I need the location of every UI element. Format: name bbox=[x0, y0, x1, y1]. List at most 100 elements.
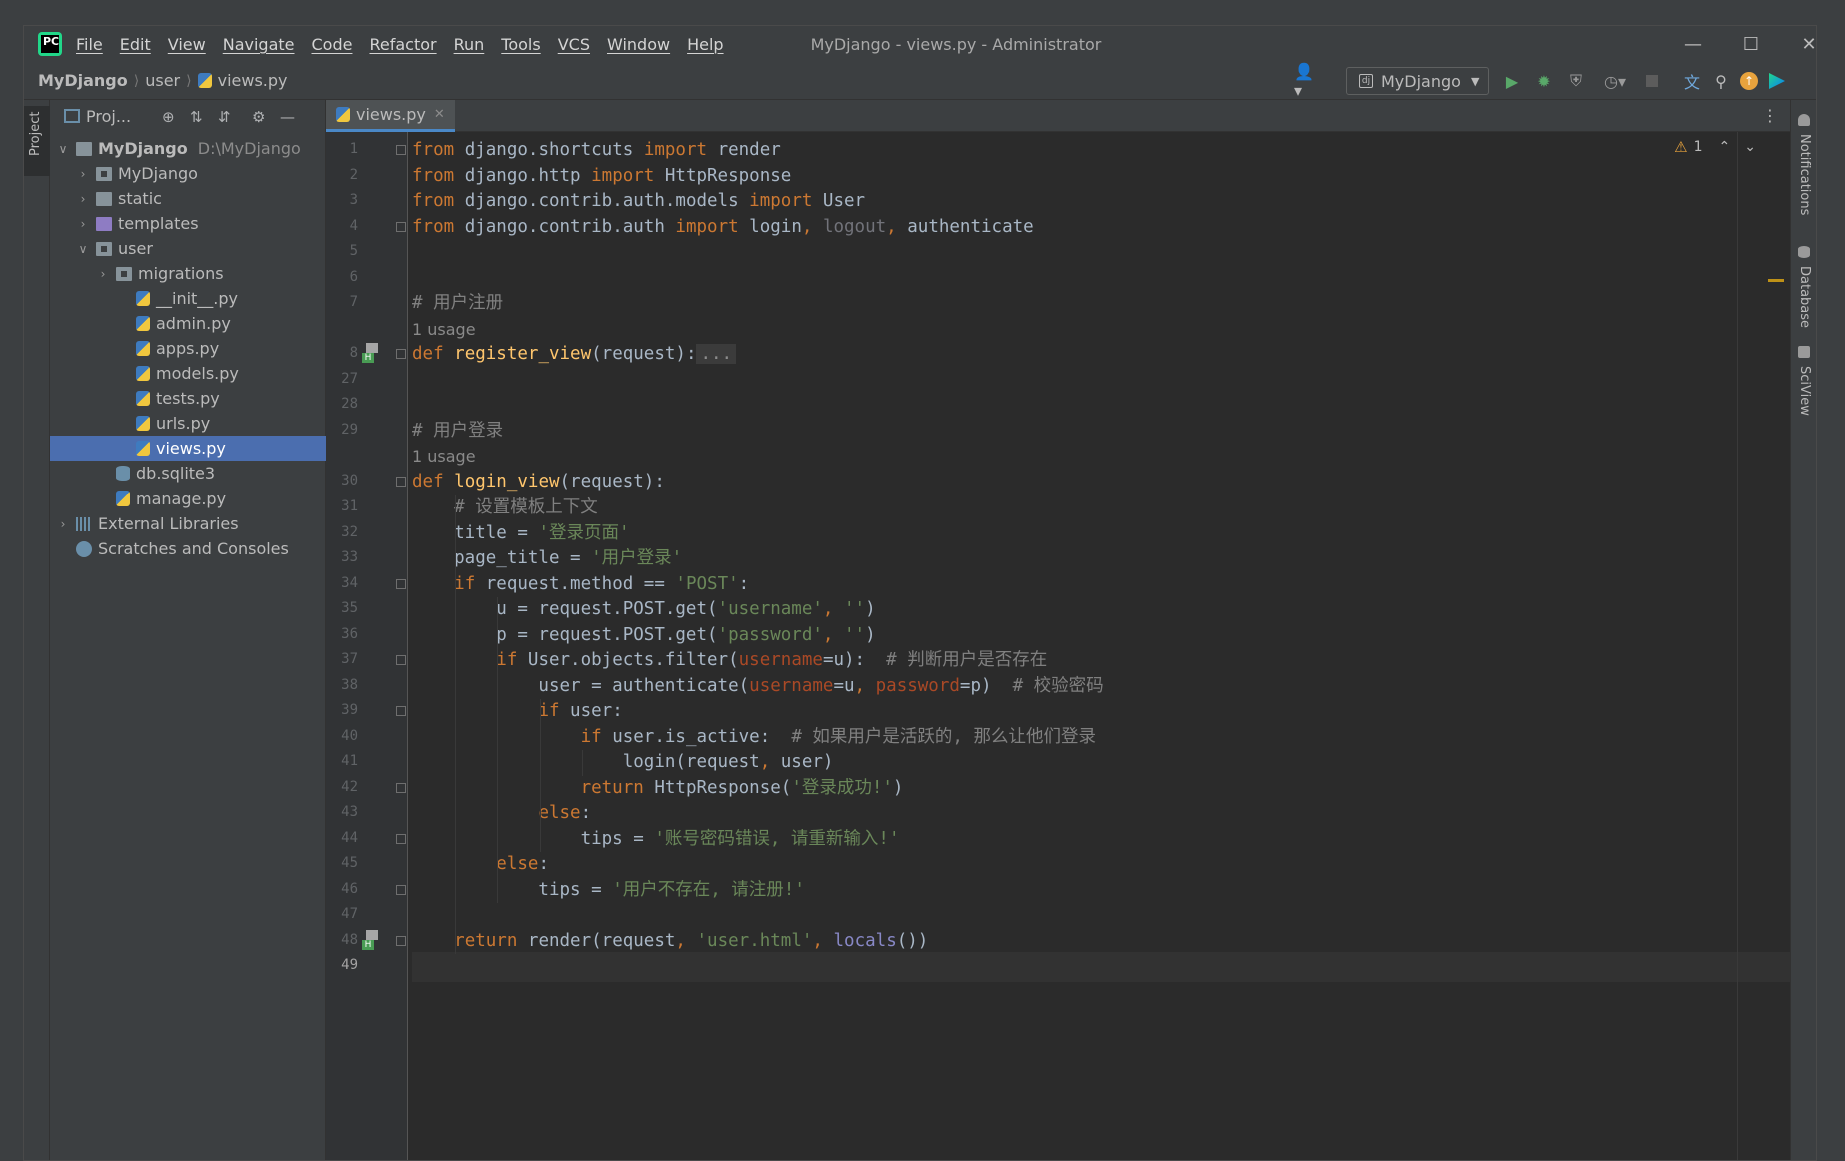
code-line[interactable]: title = '登录页面' bbox=[412, 521, 629, 546]
code-line[interactable]: return render(request, 'user.html', loca… bbox=[412, 929, 928, 954]
usage-hint[interactable]: 1 usage bbox=[412, 317, 476, 342]
close-tab-icon[interactable]: ✕ bbox=[434, 107, 445, 122]
menu-vcs[interactable]: VCS bbox=[558, 35, 590, 54]
code-line[interactable]: def register_view(request):... bbox=[412, 342, 737, 367]
pycharm-logo-icon[interactable]: PC bbox=[38, 32, 62, 56]
run-icon[interactable]: ▶ bbox=[1501, 70, 1523, 92]
breadcrumb-project[interactable]: MyDjango bbox=[38, 71, 128, 90]
code-line[interactable]: # 用户注册 bbox=[412, 291, 503, 316]
project-tool-tab[interactable]: Project bbox=[24, 106, 50, 176]
debug-icon[interactable]: ✹ bbox=[1533, 70, 1555, 92]
code-line[interactable]: # 设置模板上下文 bbox=[412, 495, 598, 520]
fold-marker-icon[interactable] bbox=[396, 935, 406, 946]
menu-window[interactable]: Window bbox=[607, 35, 670, 54]
menu-edit[interactable]: Edit bbox=[120, 35, 151, 54]
search-icon[interactable]: ⚲ bbox=[1710, 70, 1732, 92]
code-line[interactable]: return HttpResponse('登录成功!') bbox=[412, 776, 904, 801]
update-icon[interactable]: ↑ bbox=[1738, 70, 1760, 92]
code-line[interactable]: u = request.POST.get('username', '') bbox=[412, 597, 875, 622]
code-line[interactable]: # 用户登录 bbox=[412, 419, 503, 444]
code-line[interactable]: from django.shortcuts import render bbox=[412, 138, 781, 163]
gear-icon[interactable]: ⚙ bbox=[252, 108, 265, 126]
project-panel-title[interactable]: Proj... bbox=[86, 107, 131, 126]
usage-hint[interactable]: 1 usage bbox=[412, 444, 476, 469]
fold-marker-icon[interactable] bbox=[396, 782, 406, 793]
code-line[interactable]: else: bbox=[412, 801, 591, 826]
tree-item-models-py[interactable]: models.py bbox=[50, 361, 326, 386]
chevron-right-icon[interactable]: › bbox=[96, 267, 110, 281]
tree-item-admin-py[interactable]: admin.py bbox=[50, 311, 326, 336]
inspection-widget[interactable]: ⚠ 1 ⌃ ⌄ bbox=[1674, 138, 1756, 156]
fold-marker-icon[interactable] bbox=[396, 833, 406, 844]
menu-view[interactable]: View bbox=[168, 35, 206, 54]
code-line[interactable]: from django.contrib.auth.models import U… bbox=[412, 189, 865, 214]
code-line[interactable]: from django.contrib.auth import login, l… bbox=[412, 215, 1034, 240]
html-template-link-icon[interactable]: H bbox=[362, 343, 382, 363]
tree-item-external-libraries[interactable]: › External Libraries bbox=[50, 511, 326, 536]
code-line[interactable]: p = request.POST.get('password', '') bbox=[412, 623, 875, 648]
translate-icon[interactable]: 文 bbox=[1681, 70, 1703, 92]
stop-icon[interactable] bbox=[1641, 70, 1663, 92]
notifications-tab[interactable]: Notifications bbox=[1797, 134, 1812, 215]
chevron-right-icon[interactable]: › bbox=[76, 192, 90, 206]
tree-item-manage-py[interactable]: manage.py bbox=[50, 486, 326, 511]
minimize-icon[interactable]: — bbox=[1664, 26, 1722, 62]
code-line[interactable]: if user.is_active: # 如果用户是活跃的, 那么让他们登录 bbox=[412, 725, 1096, 750]
tree-item-user[interactable]: ∨ user bbox=[50, 236, 326, 261]
menu-refactor[interactable]: Refactor bbox=[369, 35, 436, 54]
breadcrumb-file[interactable]: views.py bbox=[218, 71, 288, 90]
tree-item-scratches-and-consoles[interactable]: Scratches and Consoles bbox=[50, 536, 326, 561]
menu-file[interactable]: File bbox=[76, 35, 103, 54]
code-area[interactable]: from django.shortcuts import render from … bbox=[412, 132, 1790, 1160]
breadcrumb-folder[interactable]: user bbox=[145, 71, 180, 90]
run-configuration-select[interactable]: dj MyDjango ▼ bbox=[1346, 67, 1489, 95]
sciview-icon[interactable] bbox=[1798, 346, 1810, 358]
code-line[interactable]: else: bbox=[412, 852, 549, 877]
tab-views-py[interactable]: views.py ✕ bbox=[326, 100, 455, 132]
fold-marker-icon[interactable] bbox=[396, 476, 406, 487]
tree-item-templates[interactable]: › templates bbox=[50, 211, 326, 236]
next-highlight-icon[interactable]: ⌄ bbox=[1744, 139, 1756, 155]
tree-item-db-sqlite3[interactable]: db.sqlite3 bbox=[50, 461, 326, 486]
warning-marker[interactable] bbox=[1768, 279, 1784, 282]
fold-marker-icon[interactable] bbox=[396, 655, 406, 665]
fold-marker-icon[interactable] bbox=[396, 884, 406, 895]
menu-code[interactable]: Code bbox=[312, 35, 353, 54]
tree-item-tests-py[interactable]: tests.py bbox=[50, 386, 326, 411]
previous-highlight-icon[interactable]: ⌃ bbox=[1719, 139, 1731, 155]
menu-help[interactable]: Help bbox=[687, 35, 723, 54]
code-line[interactable]: from django.http import HttpResponse bbox=[412, 164, 791, 189]
tree-item-mydjango[interactable]: › MyDjango bbox=[50, 161, 326, 186]
fold-marker-icon[interactable] bbox=[396, 145, 406, 155]
html-template-link-icon[interactable]: H bbox=[362, 929, 382, 950]
close-icon[interactable]: ✕ bbox=[1780, 26, 1816, 62]
tree-item-apps-py[interactable]: apps.py bbox=[50, 336, 326, 361]
database-icon[interactable] bbox=[1798, 246, 1810, 258]
fold-marker-icon[interactable] bbox=[396, 221, 406, 232]
code-line[interactable]: user = authenticate(username=u, password… bbox=[412, 674, 1103, 699]
fold-marker-icon[interactable] bbox=[396, 349, 406, 359]
expand-all-icon[interactable]: ⇅ bbox=[190, 108, 203, 126]
user-icon[interactable]: 👤▾ bbox=[1294, 62, 1316, 100]
scrollbar-track[interactable] bbox=[1737, 132, 1738, 1160]
code-line[interactable]: if request.method == 'POST': bbox=[412, 572, 749, 597]
sciview-tab[interactable]: SciView bbox=[1797, 366, 1812, 416]
code-line[interactable]: def login_view(request): bbox=[412, 470, 665, 495]
chevron-right-icon[interactable]: › bbox=[76, 217, 90, 231]
code-line[interactable]: login(request, user) bbox=[412, 750, 834, 775]
hide-icon[interactable]: — bbox=[280, 108, 295, 126]
menu-navigate[interactable]: Navigate bbox=[223, 35, 295, 54]
tree-item-static[interactable]: › static bbox=[50, 186, 326, 211]
menu-run[interactable]: Run bbox=[454, 35, 485, 54]
code-line[interactable]: tips = '用户不存在, 请注册!' bbox=[412, 878, 804, 903]
locate-icon[interactable]: ⊕ bbox=[162, 108, 175, 126]
fold-marker-icon[interactable] bbox=[396, 578, 406, 589]
more-options-icon[interactable]: ⋮ bbox=[1762, 106, 1778, 125]
tree-item-mydjango[interactable]: ∨ MyDjango D:\MyDjango bbox=[50, 136, 326, 161]
code-line[interactable]: if user: bbox=[412, 699, 622, 724]
maximize-icon[interactable]: ☐ bbox=[1722, 26, 1780, 62]
menu-tools[interactable]: Tools bbox=[501, 35, 540, 54]
chevron-right-icon[interactable]: › bbox=[76, 167, 90, 181]
chevron-right-icon[interactable]: › bbox=[56, 517, 70, 531]
collapse-all-icon[interactable]: ⇵ bbox=[218, 108, 231, 126]
